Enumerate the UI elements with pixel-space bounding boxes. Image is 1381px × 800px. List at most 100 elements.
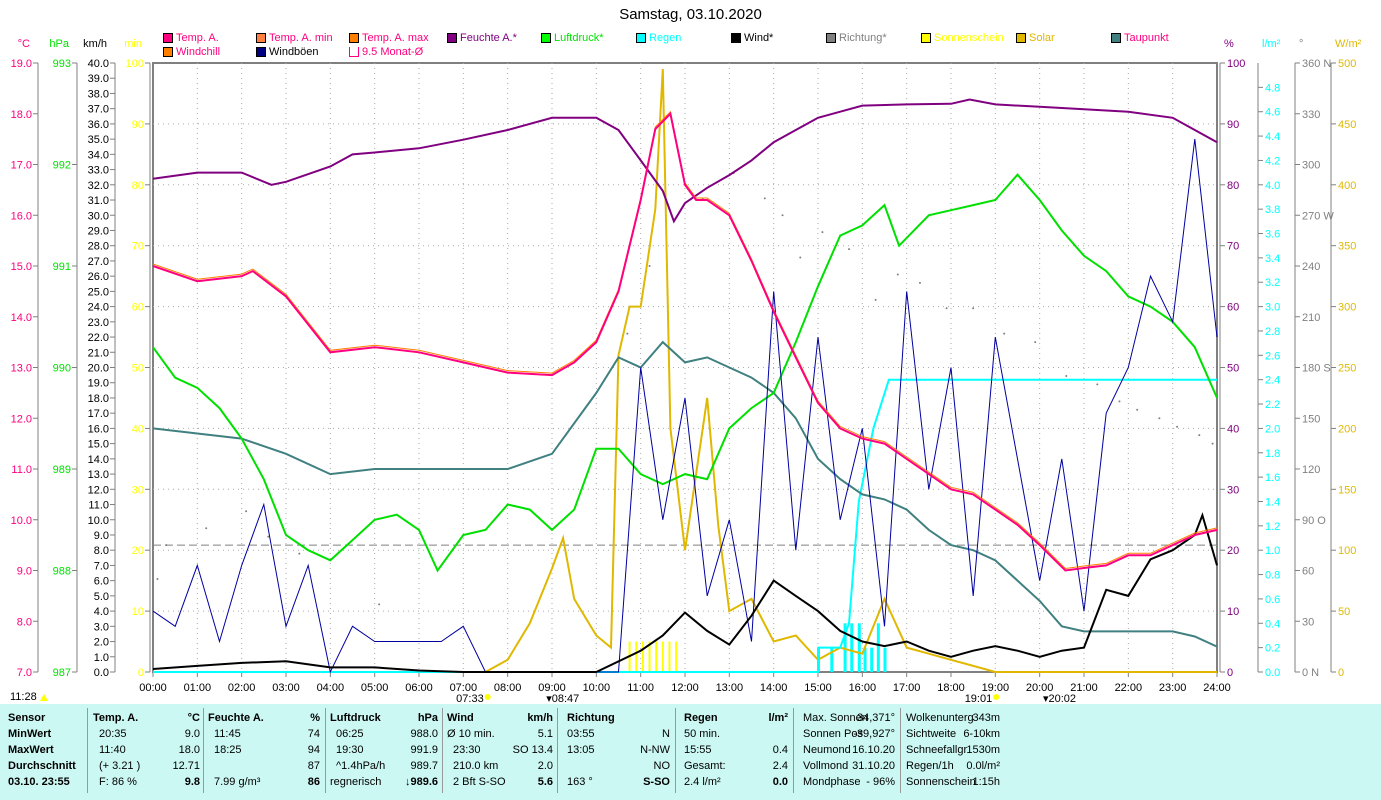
pressure-axis-unit: hPa	[49, 38, 69, 50]
axis-tick-label: 90	[1227, 119, 1239, 131]
direction-point	[1136, 408, 1139, 411]
direction-point	[896, 273, 899, 276]
axis-tick-label: 22.0	[88, 332, 109, 344]
direction-point	[821, 231, 824, 234]
temp-time: F: 86 %	[99, 776, 137, 788]
direction-point	[298, 552, 301, 555]
astro-value: 16.10.20	[852, 744, 895, 756]
wind-time: Ø 10 min.	[447, 728, 495, 740]
dusk-start-label: ▾20:02	[1043, 693, 1076, 704]
row-label: 03.10. 23:55	[8, 776, 70, 788]
axis-tick-label: 4.8	[1265, 82, 1280, 94]
axis-tick-label: 3.8	[1265, 204, 1280, 216]
direction-point	[205, 527, 208, 530]
stats-table: Sensor MinWert MaxWert Durchschnitt 03.10. 2…	[0, 704, 1381, 800]
axis-tick-label: 14.0	[11, 312, 32, 324]
axis-tick-label: 80	[132, 180, 144, 192]
axis-tick-label: 991	[53, 261, 71, 273]
press-value: ↓989.6	[404, 776, 438, 788]
rain-bar	[870, 647, 874, 672]
axis-tick-label: 14.0	[88, 454, 109, 466]
axis-tick-label: 23.0	[88, 317, 109, 329]
axis-tick-label: 5.0	[94, 591, 109, 603]
axis-tick-label: 7.0	[94, 560, 109, 572]
axis-tick-label: 17.0	[88, 408, 109, 420]
rain-bar	[857, 623, 861, 672]
rain-time: Gesamt:	[684, 760, 726, 772]
sunshine-axis-unit: min	[124, 38, 142, 50]
sunshine-bar	[655, 641, 658, 672]
axis-tick-label: 3.2	[1265, 277, 1280, 289]
dir-value: N-NW	[640, 744, 670, 756]
temp-axis-unit: °C	[18, 38, 30, 50]
hum-value: 94	[307, 744, 320, 756]
wind-time: 210.0 km	[453, 760, 499, 772]
axis-tick-label: 2.4	[1265, 375, 1280, 387]
axis-tick-label: 2.6	[1265, 350, 1280, 362]
wind-value: SO 13.4	[512, 744, 553, 756]
temp-value: 18.0	[178, 744, 200, 756]
axis-tick-label: 50	[1338, 606, 1350, 618]
axis-tick-label: 100	[1338, 545, 1356, 557]
axis-tick-label: 0.0	[1265, 667, 1280, 679]
rain-bar	[850, 623, 854, 672]
misc-value: 343m	[972, 712, 1000, 724]
header-unit-press: hPa	[417, 712, 438, 724]
dawn-end-label: ▾08:47	[546, 693, 579, 704]
axis-tick-label: 300	[1338, 302, 1356, 314]
x-tick-label: 13:00	[716, 682, 744, 694]
direction-point	[918, 281, 921, 284]
dir-value: NO	[653, 760, 671, 772]
axis-tick-label: 1.0	[94, 652, 109, 664]
axis-tick-label: 30.0	[88, 210, 109, 222]
press-time: 06:25	[336, 728, 364, 740]
header-rain: Regen	[684, 712, 718, 724]
x-tick-label: 08:00	[494, 682, 522, 694]
press-value: 991.9	[410, 744, 438, 756]
hum-time: 7.99 g/m³	[214, 776, 261, 788]
axis-tick-label: 1.6	[1265, 472, 1280, 484]
direction-point	[1158, 417, 1161, 420]
axis-tick-label: 0	[138, 667, 144, 679]
axis-tick-label: 18.0	[88, 393, 109, 405]
moon-icon	[40, 694, 48, 701]
axis-tick-label: 60	[1302, 566, 1314, 578]
axis-tick-label: 989	[53, 464, 71, 476]
axis-tick-label: 60	[132, 302, 144, 314]
misc-value: 0.0l/m²	[966, 760, 1000, 772]
axis-tick-label: 1.4	[1265, 496, 1280, 508]
axis-tick-label: 19.0	[11, 58, 32, 70]
misc-value: 6-10km	[963, 728, 1000, 740]
misc-value: 1530m	[966, 744, 1000, 756]
axis-tick-label: 30	[1302, 616, 1314, 628]
x-tick-label: 24:00	[1203, 682, 1231, 694]
axis-tick-label: 8.0	[17, 616, 32, 628]
axis-tick-label: 1.0	[1265, 545, 1280, 557]
temp-value: 9.0	[184, 728, 200, 740]
direction-point	[626, 332, 629, 335]
axis-tick-label: 31.0	[88, 195, 109, 207]
axis-tick-label: 36.0	[88, 119, 109, 131]
axis-tick-label: 250	[1338, 363, 1356, 375]
rain-time: 50 min.	[684, 728, 721, 740]
axis-tick-label: 100	[126, 58, 144, 70]
hum-value: 87	[307, 760, 320, 772]
rain-axis-unit: l/m²	[1262, 38, 1281, 50]
axis-tick-label: 13.0	[88, 469, 109, 481]
axis-tick-label: 2.0	[94, 637, 109, 649]
axis-tick-label: 2.8	[1265, 326, 1280, 338]
axis-tick-label: 16.0	[11, 210, 32, 222]
axis-tick-label: 0	[1227, 667, 1233, 679]
axis-tick-label: 3.6	[1265, 229, 1280, 241]
x-tick-label: 14:00	[760, 682, 788, 694]
axis-tick-label: 4.2	[1265, 155, 1280, 167]
axis-tick-label: 24.0	[88, 302, 109, 314]
axis-tick-label: 9.0	[17, 566, 32, 578]
direction-point	[1211, 442, 1214, 445]
temp-value: 12.71	[172, 760, 200, 772]
x-tick-label: 22:00	[1115, 682, 1143, 694]
axis-tick-label: 20	[132, 545, 144, 557]
axis-tick-label: 12.0	[11, 413, 32, 425]
x-tick-label: 01:00	[184, 682, 212, 694]
direction-point	[763, 197, 766, 200]
